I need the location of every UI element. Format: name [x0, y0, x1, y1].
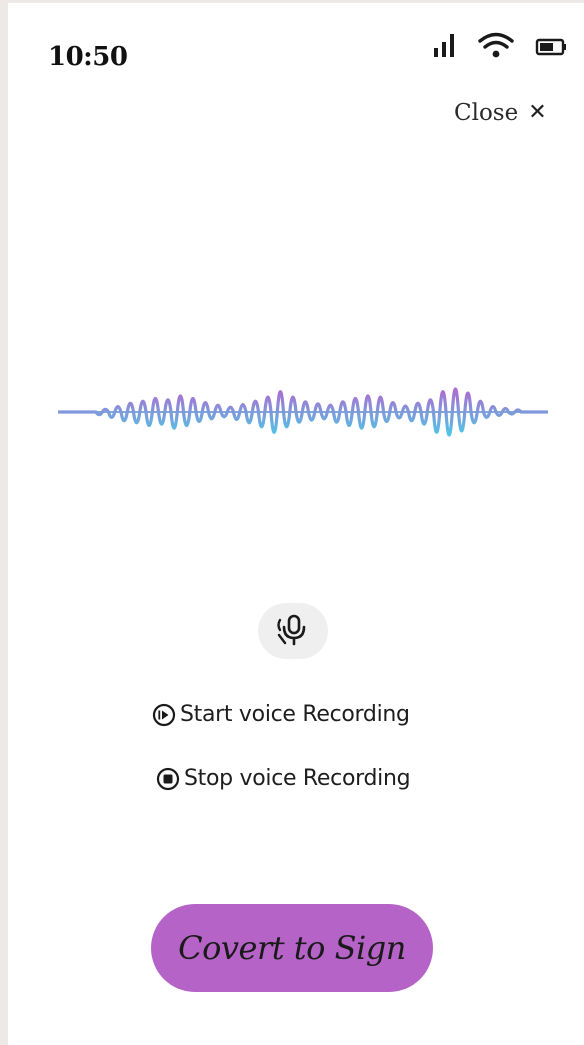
status-icons — [432, 32, 572, 62]
status-time: 10:50 — [48, 42, 128, 72]
close-icon: ✕ — [528, 100, 547, 125]
voice-mic-icon — [277, 614, 306, 646]
convert-to-sign-label: Covert to Sign — [178, 929, 406, 967]
wifi-icon — [478, 32, 514, 58]
battery-icon — [535, 38, 566, 56]
signal-icon — [434, 34, 454, 57]
app-screen — [8, 3, 584, 1045]
start-recording-button[interactable]: Start voice Recording — [152, 702, 410, 727]
close-button[interactable]: Close ✕ — [454, 100, 547, 126]
start-recording-label: Start voice Recording — [180, 702, 410, 727]
convert-to-sign-button[interactable]: Covert to Sign — [151, 904, 433, 992]
close-label: Close — [454, 100, 519, 126]
voice-mic-button[interactable] — [258, 603, 328, 659]
stop-recording-button[interactable]: Stop voice Recording — [156, 766, 411, 791]
window-frame-left — [0, 0, 8, 1045]
audio-waveform — [56, 370, 550, 460]
play-circle-icon — [152, 703, 176, 726]
stop-circle-icon — [156, 767, 180, 790]
stop-recording-label: Stop voice Recording — [184, 766, 411, 791]
